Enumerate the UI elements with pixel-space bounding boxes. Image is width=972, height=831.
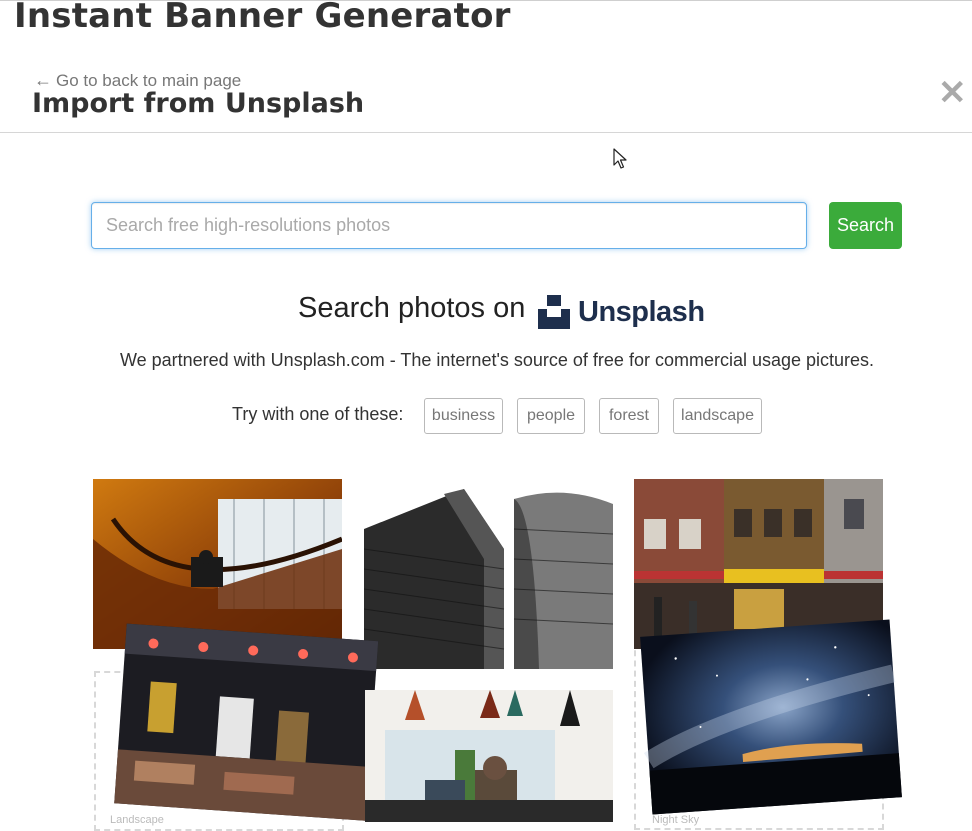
mouse-cursor-icon bbox=[613, 148, 627, 169]
app-title: Instant Banner Generator bbox=[14, 0, 511, 36]
suggestion-chip-people[interactable]: people bbox=[517, 398, 585, 434]
arrow-left-icon: ← bbox=[34, 70, 52, 90]
search-headline: Search photos on bbox=[298, 292, 526, 324]
unsplash-logo-icon bbox=[538, 295, 570, 329]
modal-title: Import from Unsplash bbox=[32, 88, 365, 119]
photo-night-market[interactable] bbox=[108, 623, 379, 822]
photo-staircase[interactable] bbox=[93, 479, 342, 649]
partner-description: We partnered with Unsplash.com - The int… bbox=[119, 350, 875, 370]
photo-night-sky[interactable] bbox=[640, 619, 902, 815]
suggestions-label: Try with one of these: bbox=[232, 404, 404, 424]
close-icon[interactable]: ✕ bbox=[938, 76, 967, 110]
photo-cafe[interactable] bbox=[365, 690, 613, 822]
header-divider bbox=[0, 132, 972, 133]
suggestion-chip-forest[interactable]: forest bbox=[599, 398, 659, 434]
photo-skyscrapers[interactable] bbox=[364, 489, 613, 669]
search-input[interactable] bbox=[91, 202, 807, 249]
unsplash-logo: Unsplash bbox=[538, 292, 705, 332]
unsplash-wordmark: Unsplash bbox=[578, 295, 705, 328]
photo-caption: Night Sky bbox=[652, 814, 700, 826]
suggestion-chip-business[interactable]: business bbox=[424, 398, 503, 434]
suggestion-chip-landscape[interactable]: landscape bbox=[673, 398, 762, 434]
search-button[interactable]: Search bbox=[829, 202, 902, 249]
